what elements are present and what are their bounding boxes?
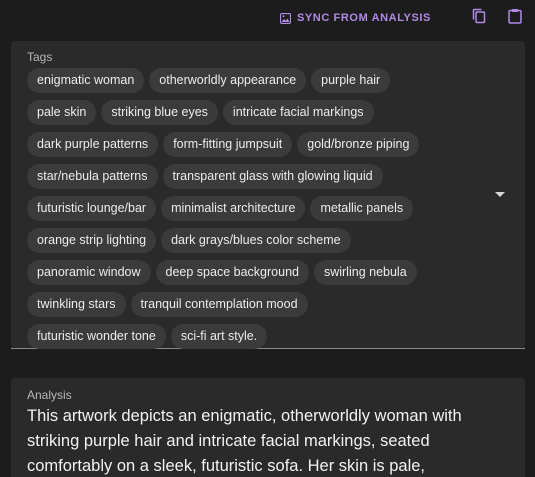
tag-row: pale skin striking blue eyes intricate f… <box>27 96 497 128</box>
tag-row: orange strip lighting dark grays/blues c… <box>27 224 497 256</box>
tag-row: twinkling stars tranquil contemplation m… <box>27 288 497 320</box>
tag-chip[interactable]: deep space background <box>155 259 309 285</box>
tag-row: panoramic window deep space background s… <box>27 256 497 288</box>
tag-chip[interactable]: futuristic lounge/bar <box>27 195 157 221</box>
tag-chip[interactable]: dark purple patterns <box>27 131 159 157</box>
tag-chip[interactable]: twinkling stars <box>27 291 126 317</box>
sync-from-analysis-button[interactable]: SYNC FROM ANALYSIS <box>279 12 431 24</box>
analysis-text[interactable]: This artwork depicts an enigmatic, other… <box>27 404 507 477</box>
tag-chip[interactable]: star/nebula patterns <box>27 163 158 189</box>
sync-from-analysis-label: SYNC FROM ANALYSIS <box>296 12 431 24</box>
tag-chip[interactable]: gold/bronze piping <box>297 131 420 157</box>
analysis-label: Analysis <box>27 388 72 402</box>
dropdown-arrow-icon[interactable] <box>495 192 505 197</box>
sync-image-icon <box>279 12 291 24</box>
tag-chip[interactable]: intricate facial markings <box>222 99 374 125</box>
tag-row: futuristic lounge/bar minimalist archite… <box>27 192 497 224</box>
tags-label: Tags <box>27 50 53 64</box>
tag-chip[interactable]: minimalist architecture <box>161 195 306 221</box>
tag-chip[interactable]: dark grays/blues color scheme <box>161 227 351 253</box>
tag-chip[interactable]: transparent glass with glowing liquid <box>162 163 383 189</box>
analysis-field[interactable]: Analysis This artwork depicts an enigmat… <box>11 378 525 477</box>
tags-field[interactable]: Tags enigmatic woman otherworldly appear… <box>11 41 525 349</box>
paste-button[interactable] <box>505 8 525 28</box>
tag-row: futuristic wonder tone sci-fi art style. <box>27 320 497 352</box>
tag-chip[interactable]: tranquil contemplation mood <box>130 291 308 317</box>
tag-chip[interactable]: purple hair <box>311 67 391 93</box>
tag-chip[interactable]: pale skin <box>27 99 97 125</box>
tag-chip[interactable]: swirling nebula <box>313 259 417 285</box>
tag-chip[interactable]: enigmatic woman <box>27 67 145 93</box>
tag-chip[interactable]: otherworldly appearance <box>149 67 307 93</box>
copy-button[interactable] <box>469 8 489 28</box>
tag-row: enigmatic woman otherworldly appearance … <box>27 64 497 96</box>
tag-row: star/nebula patterns transparent glass w… <box>27 160 497 192</box>
tag-chip[interactable]: form-fitting jumpsuit <box>163 131 293 157</box>
tag-chip[interactable]: striking blue eyes <box>101 99 218 125</box>
clipboard-icon <box>508 8 522 29</box>
tag-chip[interactable]: orange strip lighting <box>27 227 157 253</box>
tag-chip-list: enigmatic woman otherworldly appearance … <box>27 64 497 352</box>
tag-chip[interactable]: metallic panels <box>310 195 414 221</box>
tag-chip[interactable]: panoramic window <box>27 259 151 285</box>
copy-icon <box>472 8 486 29</box>
tag-row: dark purple patterns form-fitting jumpsu… <box>27 128 497 160</box>
tag-chip[interactable]: sci-fi art style. <box>170 323 268 349</box>
tag-editor-page: SYNC FROM ANALYSIS Tags enigmatic woman … <box>0 0 535 477</box>
toolbar: SYNC FROM ANALYSIS <box>279 8 525 28</box>
tag-chip[interactable]: futuristic wonder tone <box>27 323 166 349</box>
